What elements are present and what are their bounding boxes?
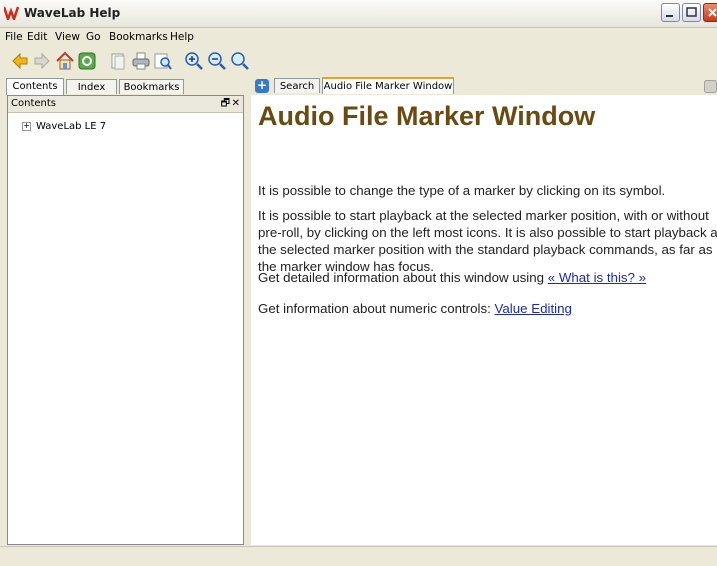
maximize-icon: [686, 7, 697, 17]
wavelab-logo-icon: [4, 6, 20, 20]
minimize-icon: [666, 15, 673, 17]
window-title: WaveLab Help: [24, 6, 121, 20]
zoom-out-icon: [208, 52, 226, 70]
tab-contents[interactable]: Contents: [6, 78, 64, 95]
close-tab-icon[interactable]: [704, 80, 717, 93]
status-bar: [0, 546, 717, 566]
contents-panel-header: Contents 🗗 ✕: [8, 96, 243, 113]
toolbar: [0, 46, 717, 76]
menu-help[interactable]: Help: [170, 31, 194, 43]
tab-index[interactable]: Index: [66, 79, 117, 94]
paragraph-text: Get information about numeric controls:: [258, 301, 495, 316]
contents-tree: + WaveLab LE 7: [22, 121, 106, 132]
float-panel-icon[interactable]: 🗗: [221, 96, 230, 112]
tab-search[interactable]: Search: [274, 78, 320, 93]
print-icon: [132, 52, 150, 70]
forward-button[interactable]: [32, 51, 52, 71]
minimize-button[interactable]: [661, 3, 680, 22]
previous-page-button[interactable]: [108, 51, 128, 71]
menu-file[interactable]: File: [5, 31, 23, 43]
page-title: Audio File Marker Window: [258, 101, 596, 131]
expand-icon[interactable]: +: [22, 121, 31, 131]
home-icon: [56, 51, 74, 70]
back-button[interactable]: [10, 51, 30, 71]
contents-panel-title: Contents: [11, 98, 56, 109]
what-is-this-link[interactable]: « What is this? »: [548, 270, 646, 285]
add-tab-icon[interactable]: +: [255, 79, 269, 93]
zoom-reset-button[interactable]: [230, 51, 250, 71]
sync-button[interactable]: [77, 51, 97, 71]
zoom-reset-icon: [231, 52, 249, 70]
menu-bookmarks[interactable]: Bookmarks: [109, 31, 168, 43]
maximize-button[interactable]: [682, 3, 701, 22]
back-arrow-icon: [12, 52, 28, 70]
find-button[interactable]: [153, 51, 173, 71]
close-panel-icon[interactable]: ✕: [232, 96, 240, 112]
print-button[interactable]: [131, 51, 151, 71]
tree-item[interactable]: + WaveLab LE 7: [22, 121, 106, 132]
paragraph-text: Get detailed information about this wind…: [258, 270, 548, 285]
tab-audio-file-marker-window[interactable]: Audio File Marker Window: [322, 77, 454, 94]
menu-bar: File Edit View Go Bookmarks Help: [0, 28, 717, 46]
find-icon: [154, 53, 172, 70]
menu-edit[interactable]: Edit: [27, 31, 47, 43]
title-bar: WaveLab Help: [0, 0, 717, 28]
tab-bookmarks[interactable]: Bookmarks: [119, 79, 184, 94]
zoom-in-icon: [185, 52, 203, 70]
help-content: Audio File Marker Window It is possible …: [251, 95, 717, 545]
zoom-in-button[interactable]: [184, 51, 204, 71]
sync-icon: [78, 52, 96, 70]
home-button[interactable]: [55, 51, 75, 71]
paragraph: Get detailed information about this wind…: [258, 269, 717, 286]
close-button[interactable]: [703, 3, 717, 22]
previous-page-icon: [111, 53, 125, 70]
zoom-out-button[interactable]: [207, 51, 227, 71]
close-icon: [708, 8, 717, 17]
paragraph: Get information about numeric controls: …: [258, 300, 717, 317]
menu-view[interactable]: View: [55, 31, 80, 43]
forward-arrow-icon: [34, 52, 50, 70]
paragraph: It is possible to change the type of a m…: [258, 183, 666, 198]
tree-item-label[interactable]: WaveLab LE 7: [36, 121, 106, 132]
right-tab-bar: + Search Audio File Marker Window: [252, 77, 717, 96]
paragraph: It is possible to start playback at the …: [258, 208, 717, 274]
menu-go[interactable]: Go: [86, 31, 101, 43]
contents-panel: Contents 🗗 ✕ + WaveLab LE 7: [7, 95, 244, 545]
value-editing-link[interactable]: Value Editing: [495, 301, 572, 316]
